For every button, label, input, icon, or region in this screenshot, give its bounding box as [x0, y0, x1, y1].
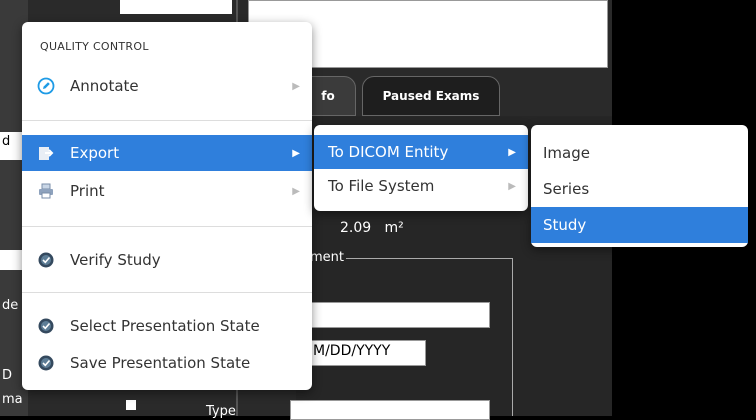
checkbox[interactable]: [126, 400, 136, 410]
annotate-icon: [36, 76, 56, 96]
menu-item-print[interactable]: Print ▶: [22, 173, 312, 209]
menu-separator: [22, 226, 312, 227]
type-label: Type: [206, 404, 236, 419]
date-field[interactable]: M/DD/YYYY: [308, 340, 426, 366]
left-fragment: D: [2, 368, 13, 383]
left-fragment: de: [2, 298, 19, 313]
menu-item-image[interactable]: Image: [531, 135, 748, 171]
chevron-right-icon: ▶: [508, 146, 516, 158]
printer-icon: [36, 181, 56, 201]
menu-item-study[interactable]: Study: [531, 207, 748, 243]
menu-item-save-presentation-state[interactable]: Save Presentation State: [22, 345, 312, 381]
menu-item-label: Image: [543, 144, 590, 162]
left-fragment: ma: [2, 392, 23, 407]
left-field[interactable]: [0, 250, 24, 270]
export-icon: [36, 143, 56, 163]
bsa-unit: m²: [384, 220, 404, 236]
menu-separator: [22, 120, 312, 121]
top-left-box: [120, 0, 232, 14]
menu-item-label: Save Presentation State: [70, 354, 251, 372]
chevron-right-icon: ▶: [292, 147, 300, 159]
group-label: ment: [308, 250, 346, 265]
menu-item-annotate[interactable]: Annotate ▶: [22, 68, 312, 104]
chevron-right-icon: ▶: [292, 80, 300, 92]
menu-item-select-presentation-state[interactable]: Select Presentation State: [22, 308, 312, 344]
menu-item-export[interactable]: Export ▶: [22, 135, 312, 171]
verify-icon: [36, 250, 56, 270]
left-fragment: d: [2, 134, 11, 149]
context-menu: QUALITY CONTROL Annotate ▶ Export ▶ Prin…: [22, 22, 312, 390]
bsa-metric: 2.09 m²: [340, 220, 404, 236]
menu-item-verify-study[interactable]: Verify Study: [22, 242, 312, 278]
menu-item-label: Study: [543, 216, 587, 234]
tab-paused-exams[interactable]: Paused Exams: [362, 76, 500, 116]
type-field[interactable]: [290, 400, 490, 420]
menu-item-to-dicom-entity[interactable]: To DICOM Entity ▶: [314, 135, 528, 169]
menu-item-label: Select Presentation State: [70, 317, 260, 335]
group-border-right: [512, 258, 513, 416]
menu-item-label: Annotate: [70, 77, 139, 95]
menu-section-title: QUALITY CONTROL: [40, 40, 149, 53]
menu-item-label: Verify Study: [70, 251, 161, 269]
menu-item-label: Series: [543, 180, 590, 198]
menu-item-label: Export: [70, 144, 120, 162]
export-submenu: To DICOM Entity ▶ To File System ▶: [314, 125, 528, 211]
presentation-icon: [36, 353, 56, 373]
menu-separator: [22, 292, 312, 293]
chevron-right-icon: ▶: [508, 180, 516, 192]
menu-item-series[interactable]: Series: [531, 171, 748, 207]
chevron-right-icon: ▶: [292, 185, 300, 197]
presentation-icon: [36, 316, 56, 336]
menu-item-label: Print: [70, 182, 105, 200]
text-field[interactable]: [308, 302, 490, 328]
bsa-value: 2.09: [340, 220, 372, 236]
menu-item-label: To DICOM Entity: [328, 143, 449, 161]
menu-item-to-file-system[interactable]: To File System ▶: [314, 169, 528, 203]
dicom-entity-submenu: Image Series Study: [531, 125, 748, 247]
menu-item-label: To File System: [328, 177, 435, 195]
